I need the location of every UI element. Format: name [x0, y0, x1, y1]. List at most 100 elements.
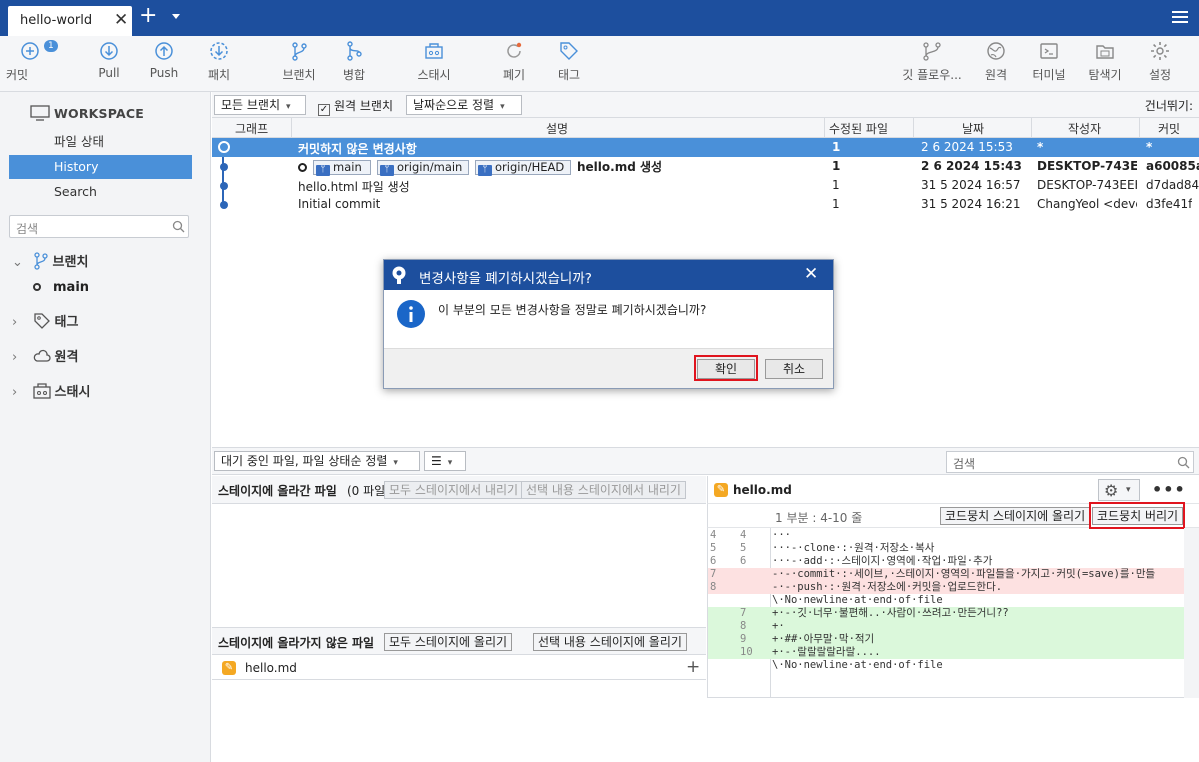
sidebar-remotes-group[interactable]: › 원격 — [12, 346, 78, 365]
remote-label: 원격 — [984, 68, 1008, 82]
patch-label: 패치 — [207, 68, 231, 82]
diff-line[interactable]: 8 +· — [708, 620, 1186, 633]
diff-line[interactable]: 5 5 ···-·clone·:·원격·저장소·복사 — [708, 542, 1186, 555]
ref-tag-origin-main[interactable]: ᛘ origin/main — [377, 160, 469, 176]
merge-button[interactable]: 병합 — [339, 40, 369, 88]
sidebar-search-placeholder: 검색 — [16, 222, 39, 236]
push-button[interactable]: Push — [149, 40, 179, 88]
chevron-down-icon: ▾ — [286, 102, 291, 112]
remote-button[interactable]: 원격 — [981, 40, 1011, 88]
sort-order-value: 날짜순으로 정렬 — [413, 98, 495, 112]
search-icon — [172, 220, 185, 233]
diff-line[interactable]: 9 +·##·아무말·막·적기 — [708, 633, 1186, 646]
row-author: ChangYeol <devcy — [1037, 197, 1137, 211]
remote-branches-checkbox[interactable]: ✓ 원격 브랜치 — [318, 97, 393, 116]
col-modified-files[interactable]: 수정된 파일 — [829, 120, 888, 137]
terminal-button[interactable]: 터미널 — [1031, 40, 1067, 88]
stage-hunk-button[interactable]: 코드뭉치 스테이지에 올리기 — [940, 507, 1091, 525]
new-line-number: 8 — [740, 620, 747, 632]
diff-line[interactable]: 6 6 ···-·add·:·스테이지·영역에·작업·파일·추가 — [708, 555, 1186, 568]
sidebar-branches-group[interactable]: ⌄ 브랜치 — [12, 251, 88, 270]
cancel-button[interactable]: 취소 — [765, 359, 823, 379]
branch-filter-dropdown[interactable]: 모든 브랜치 ▾ — [214, 95, 306, 115]
row-commit: d7dad84 — [1146, 178, 1199, 192]
diff-file-name: hello.md — [733, 483, 792, 497]
branch-main-item[interactable]: main — [33, 280, 89, 295]
chevron-down-icon: ⌄ — [12, 255, 23, 270]
stash-button[interactable]: 스태시 — [414, 40, 454, 88]
ref-tag-origin-head[interactable]: ᛘ origin/HEAD — [475, 160, 571, 176]
diff-line[interactable]: 7 -·-·commit·:·세이브,·스테이지·영역의·파일들을·가지고·커밋(… — [708, 568, 1186, 581]
row-files: 1 — [832, 159, 841, 173]
diff-line[interactable]: 4 4 ··· — [708, 529, 1186, 542]
old-line-number: 5 — [710, 542, 717, 554]
branch-icon — [292, 42, 307, 61]
diff-options-button[interactable]: ⚙ ▾ — [1098, 479, 1140, 501]
unstage-selected-button[interactable]: 선택 내용 스테이지에서 내리기 — [521, 481, 686, 499]
diff-line[interactable]: \·No·newline·at·end·of·file — [708, 659, 1186, 672]
view-mode-dropdown[interactable]: ☰ ▾ — [424, 451, 466, 471]
table-row[interactable]: hello.html 파일 생성 1 31 5 2024 16:57 DESKT… — [212, 176, 1199, 195]
more-options-icon[interactable]: ••• — [1152, 480, 1186, 499]
commit-button[interactable]: 1 커밋 — [6, 40, 58, 88]
sidebar-item-history[interactable]: History — [9, 155, 192, 179]
stage-file-plus-icon[interactable]: + — [686, 657, 700, 677]
tag-button[interactable]: 태그 — [554, 40, 584, 88]
diff-line-text: +·##·아무말·막·적기 — [772, 633, 875, 645]
row-date: 31 5 2024 16:21 — [921, 197, 1021, 211]
unstage-all-button[interactable]: 모두 스테이지에서 내리기 — [384, 481, 524, 499]
file-sort-dropdown[interactable]: 대기 중인 파일, 파일 상태순 정렬 ▾ — [214, 451, 420, 471]
stage-selected-button[interactable]: 선택 내용 스테이지에 올리기 — [533, 633, 687, 651]
branch-button[interactable]: 브랜치 — [281, 40, 317, 88]
tab-list-chevron-icon[interactable] — [172, 14, 180, 19]
file-pane-toolbar: 대기 중인 파일, 파일 상태순 정렬 ▾ ☰ ▾ 검색 — [212, 447, 1199, 475]
chevron-down-icon: ▾ — [393, 458, 398, 468]
explorer-button[interactable]: 탐색기 — [1087, 40, 1123, 88]
diff-line-text: \·No·newline·at·end·of·file — [772, 594, 943, 606]
ref-tag-main[interactable]: ᛘ main — [313, 160, 371, 176]
list-item[interactable]: ✎ hello.md + — [212, 656, 706, 680]
close-tab-icon[interactable]: ✕ — [114, 10, 128, 30]
col-author[interactable]: 작성자 — [1068, 120, 1101, 137]
col-description[interactable]: 설명 — [546, 120, 568, 137]
old-line-number: 6 — [710, 555, 717, 567]
remote-branches-label: 원격 브랜치 — [334, 99, 394, 113]
diff-line[interactable]: \·No·newline·at·end·of·file — [708, 594, 1186, 607]
sidebar-stashes-group[interactable]: › 스태시 — [12, 381, 90, 400]
table-row[interactable]: ᛘ main ᛘ origin/main ᛘ origin/HEAD hello.md 생성… — [212, 157, 1199, 176]
git-flow-button[interactable]: 깃 플로우... — [900, 40, 964, 88]
discard-button[interactable]: 폐기 — [499, 40, 529, 88]
pull-button[interactable]: Pull — [94, 40, 124, 88]
sidebar-item-search[interactable]: Search — [9, 180, 192, 204]
file-search-input[interactable]: 검색 — [946, 451, 1194, 473]
diff-line-text: +· — [772, 620, 785, 632]
highlight-box — [694, 355, 758, 381]
hamburger-menu-icon[interactable] — [1172, 11, 1188, 25]
sidebar-search-input[interactable]: 검색 — [9, 215, 189, 238]
repo-tab[interactable]: hello-world ✕ — [8, 6, 132, 36]
row-commit: a60085a — [1146, 159, 1199, 173]
chevron-right-icon: › — [12, 350, 18, 365]
new-tab-icon[interactable]: + — [139, 4, 157, 28]
diff-header: ✎ hello.md ⚙ ▾ ••• — [707, 476, 1199, 504]
stage-all-button[interactable]: 모두 스테이지에 올리기 — [384, 633, 513, 651]
sort-order-dropdown[interactable]: 날짜순으로 정렬 ▾ — [406, 95, 522, 115]
diff-line[interactable]: 8 -·-·push·:·원격·저장소에·커밋을·업로드한다. — [708, 581, 1186, 594]
col-date[interactable]: 날짜 — [962, 120, 984, 137]
diff-line[interactable]: 7 +·-·깃·너무·불편해..·사람이·쓰려고·만든거니?? — [708, 607, 1186, 620]
row-description: 커밋하지 않은 변경사항 — [298, 142, 417, 156]
close-icon[interactable]: ✕ — [804, 264, 818, 284]
table-row[interactable]: Initial commit 1 31 5 2024 16:21 ChangYe… — [212, 195, 1199, 214]
branch-icon: ᛘ — [478, 165, 492, 176]
settings-button[interactable]: 설정 — [1145, 40, 1175, 88]
patch-button[interactable]: 패치 — [204, 40, 234, 88]
table-row[interactable]: 커밋하지 않은 변경사항 1 2 6 2024 15:53 * * — [212, 138, 1199, 157]
col-commit[interactable]: 커밋 — [1158, 120, 1180, 137]
col-graph[interactable]: 그래프 — [235, 120, 268, 137]
hunk-range: 1 부분 : 4-10 줄 — [775, 511, 863, 525]
push-label: Push — [149, 66, 179, 80]
sidebar-tags-group[interactable]: › 태그 — [12, 311, 78, 330]
diff-scrollbar[interactable] — [1184, 528, 1199, 698]
diff-line[interactable]: 10 +·-·랄랄랄랄라랄.... — [708, 646, 1186, 659]
sidebar-item-file-status[interactable]: 파일 상태 — [9, 130, 192, 154]
